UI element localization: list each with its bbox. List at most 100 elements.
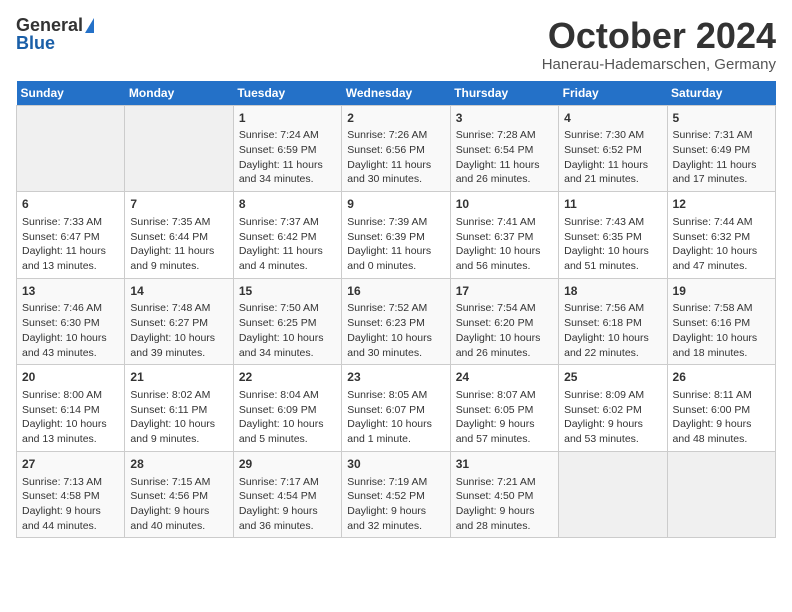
cell-line: and 26 minutes.	[456, 172, 553, 187]
day-number: 4	[564, 110, 661, 127]
calendar-cell: 10Sunrise: 7:41 AMSunset: 6:37 PMDayligh…	[450, 192, 558, 279]
cell-line: Daylight: 10 hours	[22, 417, 119, 432]
cell-line: and 44 minutes.	[22, 519, 119, 534]
day-number: 23	[347, 369, 444, 386]
cell-line: and 5 minutes.	[239, 432, 336, 447]
cell-line: and 0 minutes.	[347, 259, 444, 274]
cell-line: Sunset: 6:56 PM	[347, 143, 444, 158]
cell-line: Sunrise: 7:26 AM	[347, 128, 444, 143]
cell-line: Daylight: 10 hours	[456, 244, 553, 259]
cell-line: Sunrise: 8:04 AM	[239, 388, 336, 403]
logo-general-text: General	[16, 16, 83, 34]
cell-line: Sunrise: 7:30 AM	[564, 128, 661, 143]
cell-line: and 17 minutes.	[673, 172, 770, 187]
cell-line: Daylight: 9 hours	[130, 504, 227, 519]
cell-line: Daylight: 11 hours	[347, 244, 444, 259]
cell-line: and 9 minutes.	[130, 259, 227, 274]
cell-line: Sunset: 6:52 PM	[564, 143, 661, 158]
cell-line: Sunset: 6:07 PM	[347, 403, 444, 418]
cell-line: Daylight: 9 hours	[22, 504, 119, 519]
cell-line: Sunset: 4:58 PM	[22, 489, 119, 504]
cell-line: Daylight: 10 hours	[130, 417, 227, 432]
cell-line: Daylight: 11 hours	[22, 244, 119, 259]
day-number: 30	[347, 456, 444, 473]
calendar-cell: 3Sunrise: 7:28 AMSunset: 6:54 PMDaylight…	[450, 105, 558, 192]
cell-line: Sunrise: 7:28 AM	[456, 128, 553, 143]
cell-line: Sunset: 6:00 PM	[673, 403, 770, 418]
cell-line: Sunset: 6:54 PM	[456, 143, 553, 158]
day-number: 10	[456, 196, 553, 213]
cell-line: Daylight: 9 hours	[347, 504, 444, 519]
calendar-cell: 28Sunrise: 7:15 AMSunset: 4:56 PMDayligh…	[125, 451, 233, 538]
location-text: Hanerau-Hademarschen, Germany	[542, 56, 776, 73]
calendar-cell: 31Sunrise: 7:21 AMSunset: 4:50 PMDayligh…	[450, 451, 558, 538]
cell-line: and 26 minutes.	[456, 346, 553, 361]
cell-line: Sunrise: 7:21 AM	[456, 475, 553, 490]
cell-line: Sunset: 6:47 PM	[22, 230, 119, 245]
cell-line: Sunset: 6:16 PM	[673, 316, 770, 331]
day-number: 14	[130, 283, 227, 300]
cell-line: Daylight: 10 hours	[673, 331, 770, 346]
day-number: 13	[22, 283, 119, 300]
calendar-cell: 17Sunrise: 7:54 AMSunset: 6:20 PMDayligh…	[450, 278, 558, 365]
day-number: 2	[347, 110, 444, 127]
cell-line: Sunrise: 7:17 AM	[239, 475, 336, 490]
cell-line: Sunset: 6:32 PM	[673, 230, 770, 245]
cell-line: Daylight: 9 hours	[673, 417, 770, 432]
cell-line: and 39 minutes.	[130, 346, 227, 361]
day-number: 16	[347, 283, 444, 300]
weekday-header-friday: Friday	[559, 81, 667, 106]
calendar-cell: 6Sunrise: 7:33 AMSunset: 6:47 PMDaylight…	[17, 192, 125, 279]
day-number: 19	[673, 283, 770, 300]
day-number: 20	[22, 369, 119, 386]
calendar-cell: 25Sunrise: 8:09 AMSunset: 6:02 PMDayligh…	[559, 365, 667, 452]
calendar-week-1: 1Sunrise: 7:24 AMSunset: 6:59 PMDaylight…	[17, 105, 776, 192]
cell-line: Sunset: 6:44 PM	[130, 230, 227, 245]
cell-line: Daylight: 11 hours	[673, 158, 770, 173]
calendar-cell	[559, 451, 667, 538]
cell-line: Sunset: 6:11 PM	[130, 403, 227, 418]
cell-line: Sunrise: 7:52 AM	[347, 301, 444, 316]
calendar-week-2: 6Sunrise: 7:33 AMSunset: 6:47 PMDaylight…	[17, 192, 776, 279]
cell-line: Sunrise: 7:50 AM	[239, 301, 336, 316]
day-number: 9	[347, 196, 444, 213]
cell-line: Sunset: 4:54 PM	[239, 489, 336, 504]
cell-line: Sunrise: 7:54 AM	[456, 301, 553, 316]
cell-line: Sunrise: 8:05 AM	[347, 388, 444, 403]
cell-line: Sunrise: 7:15 AM	[130, 475, 227, 490]
cell-line: Sunset: 6:42 PM	[239, 230, 336, 245]
calendar-week-5: 27Sunrise: 7:13 AMSunset: 4:58 PMDayligh…	[17, 451, 776, 538]
cell-line: Daylight: 10 hours	[347, 331, 444, 346]
cell-line: and 34 minutes.	[239, 346, 336, 361]
cell-line: and 43 minutes.	[22, 346, 119, 361]
cell-line: Sunrise: 7:44 AM	[673, 215, 770, 230]
weekday-header-saturday: Saturday	[667, 81, 775, 106]
day-number: 28	[130, 456, 227, 473]
day-number: 25	[564, 369, 661, 386]
calendar-cell: 7Sunrise: 7:35 AMSunset: 6:44 PMDaylight…	[125, 192, 233, 279]
day-number: 15	[239, 283, 336, 300]
cell-line: Sunrise: 8:02 AM	[130, 388, 227, 403]
title-area: October 2024 Hanerau-Hademarschen, Germa…	[542, 16, 776, 73]
cell-line: Daylight: 11 hours	[239, 158, 336, 173]
day-number: 17	[456, 283, 553, 300]
day-number: 11	[564, 196, 661, 213]
cell-line: and 30 minutes.	[347, 346, 444, 361]
cell-line: Sunrise: 7:13 AM	[22, 475, 119, 490]
calendar-cell: 27Sunrise: 7:13 AMSunset: 4:58 PMDayligh…	[17, 451, 125, 538]
cell-line: Sunrise: 8:11 AM	[673, 388, 770, 403]
calendar-cell: 24Sunrise: 8:07 AMSunset: 6:05 PMDayligh…	[450, 365, 558, 452]
cell-line: and 13 minutes.	[22, 432, 119, 447]
cell-line: Daylight: 10 hours	[564, 331, 661, 346]
cell-line: Daylight: 11 hours	[564, 158, 661, 173]
cell-line: Sunset: 6:37 PM	[456, 230, 553, 245]
cell-line: Sunset: 6:05 PM	[456, 403, 553, 418]
cell-line: and 13 minutes.	[22, 259, 119, 274]
cell-line: Daylight: 10 hours	[239, 417, 336, 432]
calendar-cell: 12Sunrise: 7:44 AMSunset: 6:32 PMDayligh…	[667, 192, 775, 279]
cell-line: and 18 minutes.	[673, 346, 770, 361]
cell-line: Sunset: 6:35 PM	[564, 230, 661, 245]
calendar-cell: 9Sunrise: 7:39 AMSunset: 6:39 PMDaylight…	[342, 192, 450, 279]
cell-line: and 32 minutes.	[347, 519, 444, 534]
cell-line: Sunset: 6:25 PM	[239, 316, 336, 331]
